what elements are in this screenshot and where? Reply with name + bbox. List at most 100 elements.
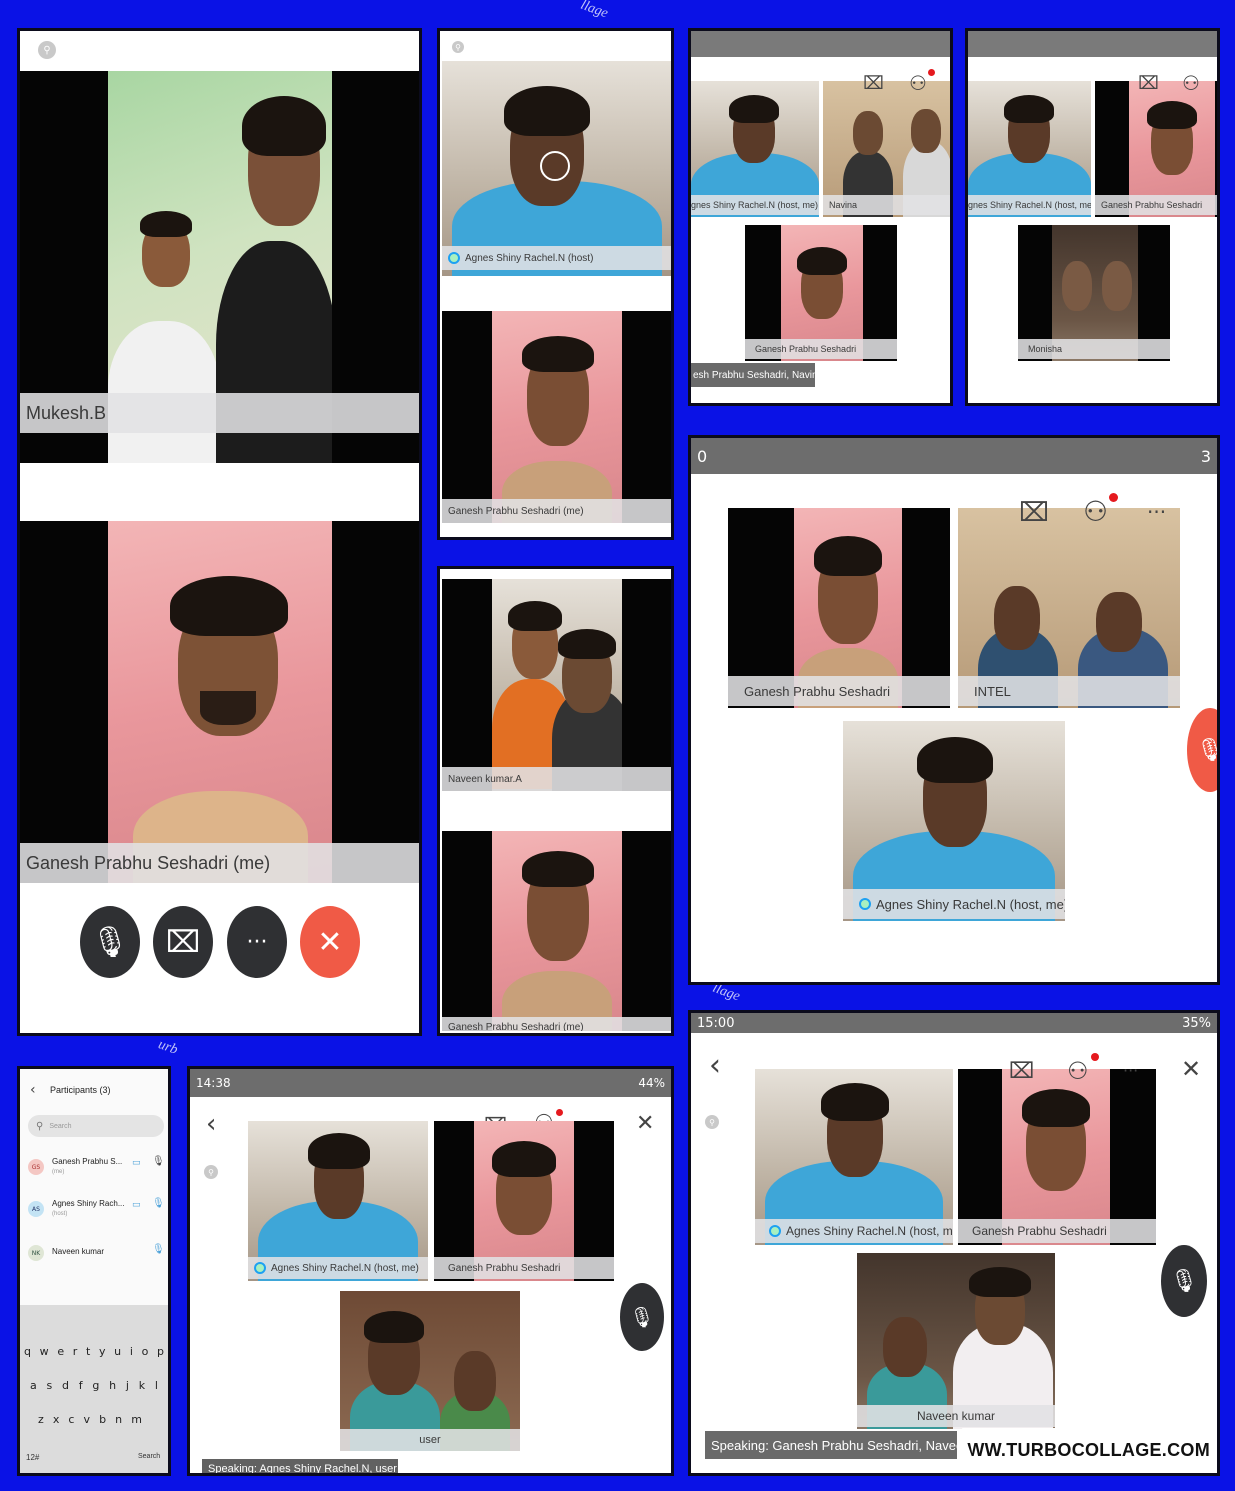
keyboard-key[interactable]: q (24, 1345, 31, 1358)
keyboard-key[interactable]: b (99, 1413, 106, 1426)
keyboard-key[interactable]: o (142, 1345, 149, 1358)
search-input[interactable]: ⚲ Search (28, 1115, 164, 1137)
video-tile-navina[interactable]: Navina (823, 81, 950, 217)
participant-name-label: Ganesh Prabhu Seshadri (me) (20, 843, 419, 883)
video-tile-ganesh[interactable]: Ganesh Prabhu Seshadri (1095, 81, 1217, 217)
speaking-indicator: Speaking: Agnes Shiny Rachel.N, user (202, 1459, 398, 1473)
microphone-icon[interactable]: 🎙 (152, 1199, 165, 1209)
participants-icon[interactable]: ⚇ (1083, 498, 1108, 526)
search-key[interactable]: Search (138, 1453, 160, 1460)
microphone-muted-icon[interactable]: 🎙 (152, 1157, 165, 1167)
microphone-icon[interactable]: 🎙 (152, 1245, 165, 1255)
keyboard-key[interactable]: h (109, 1379, 116, 1392)
video-tile-agnes[interactable]: gnes Shiny Rachel.N (host, me) (691, 81, 819, 217)
video-tile-agnes[interactable]: gnes Shiny Rachel.N (host, me) (968, 81, 1091, 217)
video-tile-ganesh[interactable]: Ganesh Prabhu Seshadri (728, 508, 950, 708)
keyboard-key[interactable]: j (126, 1379, 129, 1392)
participants-icon[interactable]: ⚇ (1067, 1059, 1089, 1083)
keyboard-key[interactable]: r (73, 1345, 78, 1358)
keyboard-key[interactable]: y (99, 1345, 106, 1358)
keyboard-key[interactable]: w (40, 1345, 49, 1358)
video-off-icon[interactable]: ⌧ (1138, 75, 1159, 93)
video-tile-agnes[interactable]: Agnes Shiny Rachel.N (host, me) (755, 1069, 953, 1245)
more-options-icon[interactable]: ··· (1123, 1063, 1138, 1079)
speaking-indicator: Speaking: Ganesh Prabhu Seshadri, Naveen… (705, 1431, 957, 1459)
leave-call-button[interactable]: ✕ (300, 906, 360, 978)
keyboard-row: asdfghjkl (30, 1379, 158, 1392)
status-bar: 15:00 35% (691, 1013, 1217, 1033)
video-tile-mukesh[interactable]: Mukesh.B (20, 71, 419, 463)
participant-name: Ganesh Prabhu S... (52, 1157, 123, 1166)
video-tile-agnes[interactable]: Agnes Shiny Rachel.N (host, me) (248, 1121, 428, 1281)
keyboard-key[interactable]: i (130, 1345, 133, 1358)
participants-icon[interactable]: ⚇ (909, 73, 927, 93)
more-options-button[interactable]: ··· (227, 906, 287, 978)
back-arrow-icon[interactable]: ‹ (30, 1083, 36, 1097)
status-time: 15:00 (697, 1015, 735, 1031)
video-tile-self[interactable]: Ganesh Prabhu Seshadri (me) (442, 831, 671, 1031)
keyboard-key[interactable]: s (47, 1379, 53, 1392)
keyboard-key[interactable]: f (79, 1379, 83, 1392)
keyboard-key[interactable]: p (157, 1345, 164, 1358)
keyboard-key[interactable]: n (115, 1413, 122, 1426)
close-icon[interactable]: ✕ (1181, 1057, 1201, 1081)
video-icon[interactable]: ▭ (132, 1159, 141, 1168)
notification-dot (556, 1109, 563, 1116)
video-tile-self[interactable]: Ganesh Prabhu Seshadri (me) (20, 521, 419, 883)
mute-button[interactable]: 🎙 (620, 1283, 664, 1351)
symbols-key[interactable]: 12# (26, 1453, 39, 1462)
participant-row[interactable]: NK Naveen kumar 🎙 (28, 1241, 165, 1269)
video-tile-ganesh[interactable]: Ganesh Prabhu Seshadri (958, 1069, 1156, 1245)
back-arrow-icon[interactable]: ‹ (709, 1051, 721, 1081)
video-tile-ganesh[interactable]: Ganesh Prabhu Seshadri (434, 1121, 614, 1281)
keyboard-key[interactable]: u (114, 1345, 121, 1358)
more-options-icon[interactable]: ··· (1147, 502, 1166, 522)
video-icon[interactable]: ▭ (132, 1201, 141, 1210)
keyboard-key[interactable]: a (30, 1379, 37, 1392)
keyboard-key[interactable]: v (84, 1413, 91, 1426)
back-arrow-icon[interactable]: ‹ (206, 1111, 216, 1137)
microphone-muted-button[interactable]: 🎙 (80, 906, 140, 978)
video-tile-ganesh[interactable]: Ganesh Prabhu Seshadri (745, 225, 897, 361)
keyboard-key[interactable]: x (53, 1413, 60, 1426)
keyboard-key[interactable]: g (92, 1379, 99, 1392)
call-screen-panel-4: gnes Shiny Rachel.N (host, me) Ganesh Pr… (965, 28, 1220, 406)
status-bar (691, 31, 950, 57)
avatar: AS (28, 1201, 44, 1217)
video-off-icon[interactable]: ⌧ (863, 75, 884, 93)
keyboard-key[interactable]: l (155, 1379, 158, 1392)
keyboard-key[interactable]: k (139, 1379, 145, 1392)
notification-dot (928, 69, 935, 76)
video-tile-naveen[interactable]: Naveen kumar.A (442, 579, 671, 791)
lock-icon[interactable]: ⚲ (452, 41, 464, 53)
mute-button[interactable]: 🎙 (1187, 708, 1217, 792)
keyboard-key[interactable]: c (68, 1413, 74, 1426)
video-tile-monisha[interactable]: Monisha (1018, 225, 1170, 361)
lock-icon[interactable]: ⚲ (204, 1165, 218, 1179)
notification-dot (1109, 493, 1118, 502)
keyboard-key[interactable]: z (38, 1413, 44, 1426)
video-off-button[interactable]: ⌧ (153, 906, 213, 978)
video-tile-intel[interactable]: INTEL (958, 508, 1180, 708)
mute-button[interactable]: 🎙 (1161, 1245, 1207, 1317)
video-tile-agnes[interactable]: Agnes Shiny Rachel.N (host) (442, 61, 671, 276)
video-off-icon[interactable]: ⌧ (1019, 500, 1049, 526)
keyboard-key[interactable]: m (131, 1413, 142, 1426)
close-icon[interactable]: ✕ (636, 1113, 654, 1135)
keyboard-key[interactable]: d (62, 1379, 69, 1392)
lock-icon[interactable]: ⚲ (38, 41, 56, 59)
video-tile-self[interactable]: Ganesh Prabhu Seshadri (me) (442, 311, 671, 523)
participant-row[interactable]: GS Ganesh Prabhu S... (me) ▭ 🎙 (28, 1153, 165, 1187)
status-battery: 44% (638, 1076, 665, 1090)
video-off-icon[interactable]: ⌧ (1009, 1061, 1034, 1083)
video-tile-user[interactable]: user (340, 1291, 520, 1451)
lock-icon[interactable]: ⚲ (705, 1115, 719, 1129)
participants-icon[interactable]: ⚇ (1182, 73, 1200, 93)
video-tile-agnes[interactable]: Agnes Shiny Rachel.N (host, me) (843, 721, 1065, 921)
video-tile-naveen[interactable]: Naveen kumar (857, 1253, 1055, 1429)
avatar: NK (28, 1245, 44, 1261)
keyboard-key[interactable]: t (86, 1345, 90, 1358)
participant-name-label: Agnes Shiny Rachel.N (host) (442, 246, 671, 270)
keyboard-key[interactable]: e (57, 1345, 64, 1358)
participant-row[interactable]: AS Agnes Shiny Rach... (host) ▭ 🎙 (28, 1195, 165, 1229)
